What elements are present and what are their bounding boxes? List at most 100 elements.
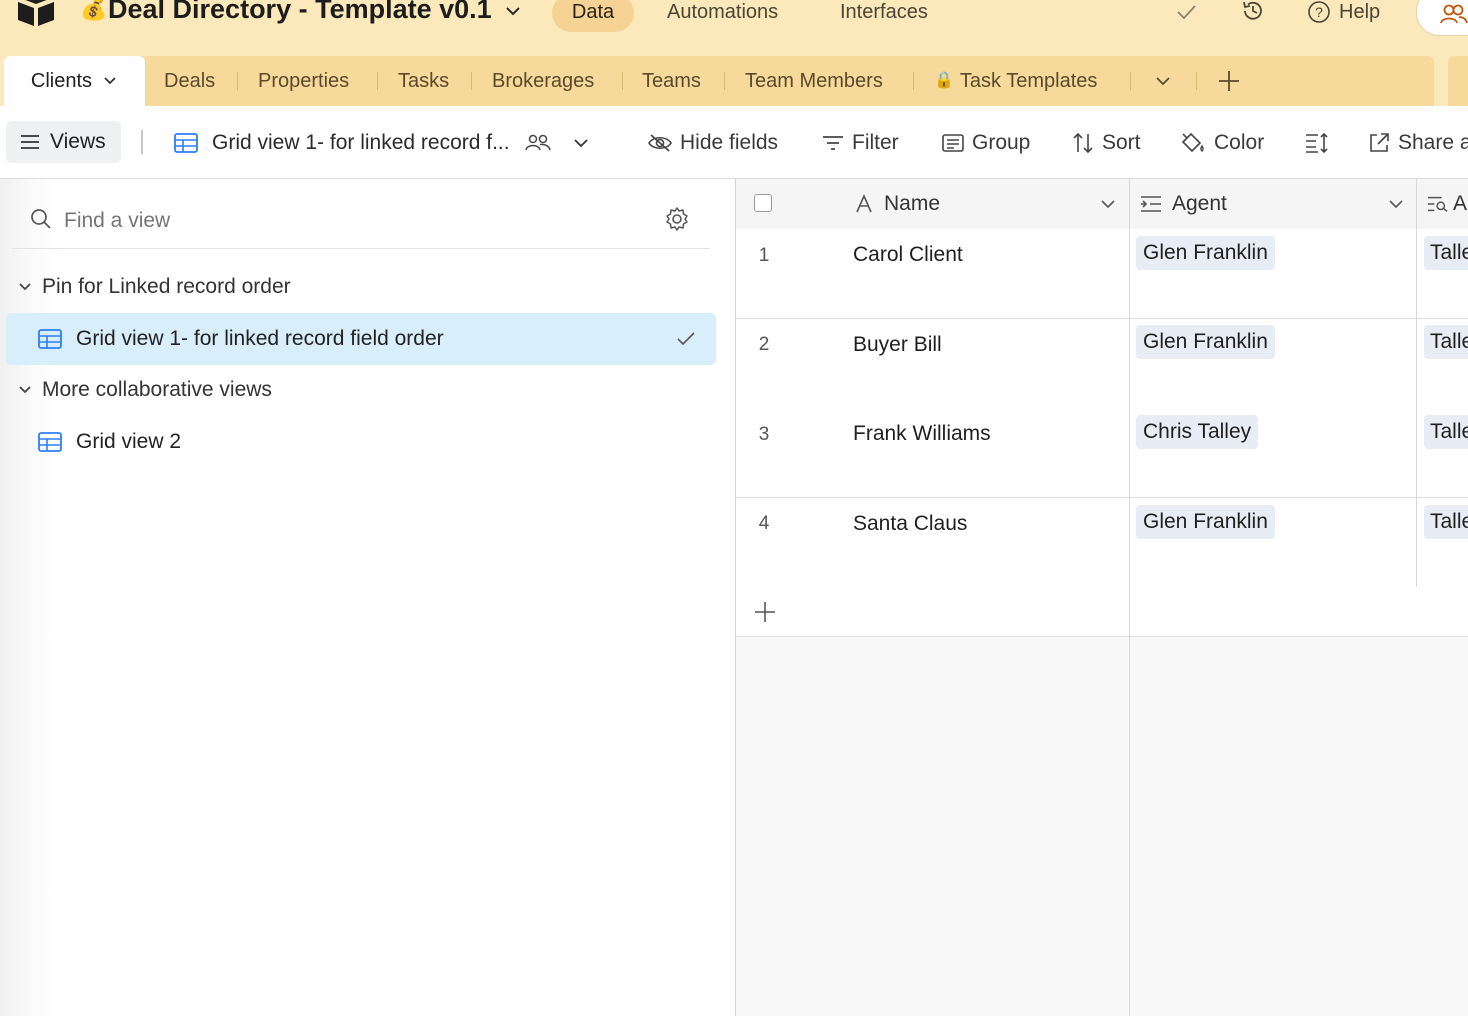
row-number: 1	[758, 245, 770, 266]
add-record-row[interactable]	[736, 587, 1468, 637]
table-tabs-strip-edge	[1448, 56, 1468, 106]
section-collaborative-views[interactable]: More collaborative views	[18, 375, 272, 405]
linked-record-pill[interactable]: Glen Franklin	[1136, 505, 1275, 539]
search-icon	[30, 208, 52, 230]
column-header-agent[interactable]: Agent	[1140, 179, 1404, 229]
table-row[interactable]	[736, 229, 1468, 319]
linked-record-pill[interactable]: Talle	[1424, 505, 1468, 539]
color-button[interactable]: Color	[1180, 126, 1264, 160]
text-field-icon	[856, 194, 872, 213]
share-view-button[interactable]: Share a	[1368, 126, 1468, 160]
sort-button[interactable]: Sort	[1072, 126, 1141, 160]
current-view-button[interactable]: Grid view 1- for linked record f...	[174, 126, 590, 160]
tab-divider	[237, 72, 238, 90]
view-name: Grid view 1- for linked record field ord…	[76, 327, 444, 350]
linked-record-pill[interactable]: Talle	[1424, 325, 1468, 359]
column-divider	[1416, 179, 1417, 587]
table-tab-properties[interactable]: Properties	[258, 56, 349, 106]
row-number: 4	[758, 513, 770, 534]
more-tables-chevron-down-icon[interactable]	[1154, 72, 1172, 90]
table-tab-deals[interactable]: Deals	[164, 56, 215, 106]
toolbar-divider	[141, 130, 143, 154]
share-base-button[interactable]	[1416, 0, 1468, 36]
cell-name[interactable]: Santa Claus	[853, 512, 967, 536]
group-label: Group	[972, 131, 1031, 154]
linked-record-icon	[1141, 196, 1161, 212]
filter-button[interactable]: Filter	[822, 126, 899, 160]
views-toggle-button[interactable]: Views	[6, 121, 121, 163]
select-all-checkbox[interactable]	[754, 194, 772, 212]
table-tab-clients[interactable]: Clients	[4, 56, 145, 106]
row-number: 3	[758, 424, 770, 445]
table-tab-label: Task Templates	[959, 70, 1098, 92]
base-emoji-icon: 💰	[80, 0, 108, 21]
sidebar-view-grid-view-1[interactable]: Grid view 1- for linked record field ord…	[6, 313, 716, 365]
add-table-plus-icon[interactable]	[1217, 69, 1241, 93]
cell-name[interactable]: Frank Williams	[853, 422, 991, 446]
table-tab-team-members[interactable]: Team Members	[745, 56, 883, 106]
nav-tab-interfaces[interactable]: Interfaces	[840, 0, 928, 32]
linked-record-pill[interactable]: Talle	[1424, 415, 1468, 449]
linked-record-pill[interactable]: Glen Franklin	[1136, 325, 1275, 359]
tab-divider	[724, 72, 725, 90]
grid-view-icon	[174, 133, 198, 153]
find-view-input[interactable]	[62, 204, 626, 238]
sidebar-view-grid-view-2[interactable]: Grid view 2	[6, 416, 716, 468]
menu-icon	[21, 135, 39, 149]
help-button[interactable]: ? Help	[1307, 0, 1380, 30]
grid-view-icon	[38, 432, 62, 452]
column-divider	[1129, 179, 1130, 1016]
table-tab-label: Clients	[30, 70, 93, 92]
filter-label: Filter	[852, 131, 899, 154]
cell-name[interactable]: Buyer Bill	[853, 333, 942, 357]
history-icon[interactable]	[1240, 0, 1266, 24]
chevron-down-icon	[19, 386, 31, 394]
chevron-down-icon	[104, 77, 116, 85]
table-row[interactable]	[736, 498, 1468, 588]
section-pinned-views[interactable]: Pin for Linked record order	[18, 272, 291, 302]
row-number: 2	[758, 334, 770, 355]
paint-bucket-icon	[1181, 132, 1204, 153]
lookup-field-icon	[1427, 196, 1448, 212]
external-link-icon	[1370, 133, 1389, 152]
linked-record-pill[interactable]: Chris Talley	[1136, 415, 1259, 449]
table-tab-teams[interactable]: Teams	[642, 56, 701, 106]
cell-name[interactable]: Carol Client	[853, 243, 963, 267]
group-button[interactable]: Group	[942, 126, 1030, 160]
sort-icon	[1073, 132, 1093, 154]
table-tab-tasks[interactable]: Tasks	[398, 56, 449, 106]
table-tab-task-templates[interactable]: 🔒 Task Templates	[934, 56, 1097, 106]
column-header-name[interactable]: Name	[854, 179, 1116, 229]
table-tab-brokerages[interactable]: Brokerages	[492, 56, 594, 106]
gear-icon[interactable]	[664, 206, 690, 232]
tab-divider	[913, 72, 914, 90]
nav-tab-automations[interactable]: Automations	[667, 0, 778, 32]
table-row[interactable]	[736, 408, 1468, 498]
base-menu-chevron-down-icon[interactable]	[504, 2, 522, 20]
tab-divider	[471, 72, 472, 90]
views-sidebar	[0, 179, 736, 1016]
eye-off-icon	[648, 134, 672, 152]
svg-text:?: ?	[1315, 4, 1323, 20]
help-label: Help	[1339, 0, 1381, 23]
airtable-logo-icon[interactable]	[16, 0, 56, 26]
checkmark-icon[interactable]	[1174, 0, 1198, 24]
base-title[interactable]: Deal Directory - Template v0.1	[108, 0, 492, 25]
linked-record-pill[interactable]: Glen Franklin	[1136, 236, 1275, 270]
tab-divider	[1196, 72, 1197, 90]
plus-icon[interactable]	[754, 601, 776, 623]
column-header-lookup[interactable]: A	[1427, 179, 1467, 229]
chevron-down-icon	[1101, 200, 1115, 209]
nav-tab-data[interactable]: Data	[552, 0, 634, 32]
chevron-down-icon	[19, 283, 31, 291]
tab-divider	[1130, 72, 1131, 90]
table-row[interactable]	[736, 319, 1468, 409]
row-height-button[interactable]	[1305, 126, 1329, 160]
tab-divider	[622, 72, 623, 90]
linked-record-pill[interactable]: Talle	[1424, 236, 1468, 270]
column-title: Name	[884, 192, 941, 215]
collaborative-users-icon	[524, 134, 551, 151]
views-label: Views	[50, 130, 106, 153]
hide-fields-button[interactable]: Hide fields	[648, 126, 778, 160]
users-icon	[1440, 4, 1468, 24]
